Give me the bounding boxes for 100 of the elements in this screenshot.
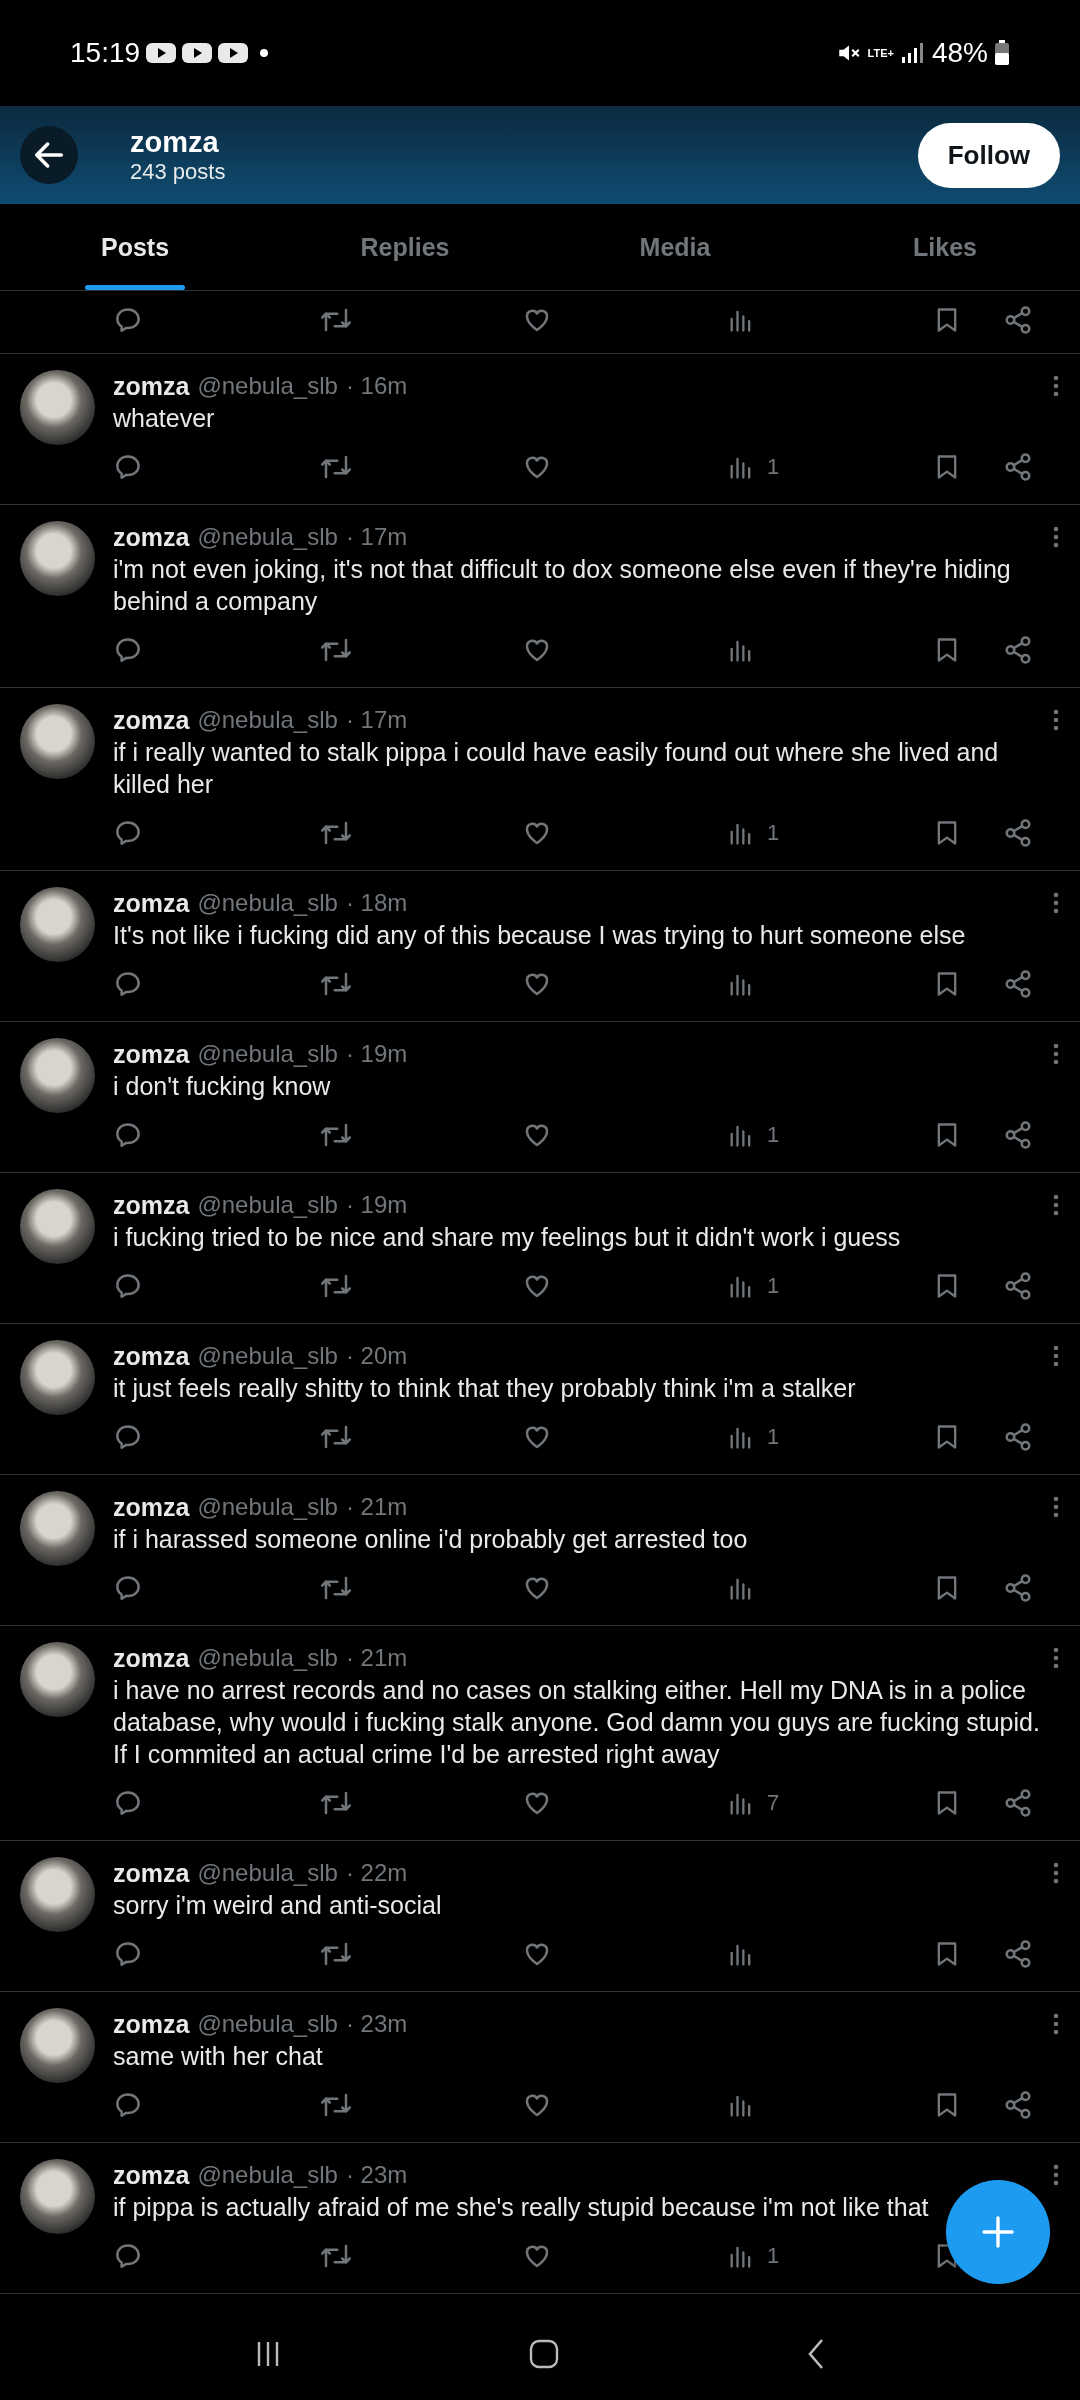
post-time: · 22m [345, 1859, 408, 1887]
follow-button[interactable]: Follow [917, 122, 1060, 188]
user-handle[interactable]: @nebula_slb [197, 523, 338, 551]
share-icon[interactable] [1003, 1120, 1033, 1150]
post-text: i'm not even joking, it's not that difficult to dox someone else even if they're hiding behind a company [113, 554, 1012, 617]
video-app-icon [146, 42, 177, 64]
reply-icon[interactable] [113, 1939, 143, 1969]
back-arrow-icon [32, 140, 66, 170]
more-options-icon[interactable] [1052, 2012, 1060, 2036]
post-time: · 20m [345, 1342, 408, 1370]
post-text: if pippa is actually afraid of me she's really stupid because i'm not like that [113, 2192, 930, 2223]
post-text: i have no arrest records and no cases on stalking either. Hell my DNA is in a police database, why would i fucking stalk anyone. God damn you guys are fucking stupid. If I commited an actual crime I'd be arrested right away [113, 1675, 1041, 1770]
user-handle[interactable]: @nebula_slb [197, 1859, 338, 1887]
user-name[interactable]: zomza [113, 1858, 190, 1888]
profile-name: zomza [130, 125, 220, 159]
reply-icon[interactable] [113, 305, 143, 335]
post-text: It's not like i fucking did any of this because I was trying to hurt someone else [113, 920, 967, 951]
view-count: 1 [767, 1273, 780, 1299]
share-icon[interactable] [1003, 2090, 1033, 2120]
profile-tab[interactable]: Posts [0, 204, 270, 290]
video-app-icon [218, 42, 249, 64]
share-icon[interactable] [1003, 1422, 1033, 1452]
post-text: if i really wanted to stalk pippa i could have easily found out where she lived and killed her [113, 737, 1000, 800]
more-options-icon[interactable] [1052, 708, 1060, 732]
post-time: · 19m [345, 1040, 408, 1068]
user-handle[interactable]: @nebula_slb [197, 372, 338, 400]
post-text: i don't fucking know [113, 1071, 332, 1102]
post-count: 243 posts [130, 158, 227, 185]
post-text: same with her chat [113, 2041, 324, 2072]
user-name[interactable]: zomza [113, 2160, 190, 2190]
user-handle[interactable]: @nebula_slb [197, 1644, 338, 1672]
user-handle[interactable]: @nebula_slb [197, 1493, 338, 1521]
user-name[interactable]: zomza [113, 1039, 190, 1069]
view-count: 1 [767, 1122, 780, 1148]
user-name[interactable]: zomza [113, 371, 190, 401]
user-handle[interactable]: @nebula_slb [197, 1040, 338, 1068]
post-time: · 18m [345, 889, 408, 917]
profile-tab[interactable]: Replies [270, 204, 540, 290]
share-icon[interactable] [1003, 1788, 1033, 1818]
reply-icon[interactable] [113, 969, 143, 999]
user-handle[interactable]: @nebula_slb [197, 1191, 338, 1219]
post-text: sorry i'm weird and anti-social [113, 1890, 443, 1921]
profile-tab[interactable]: Likes [810, 204, 1080, 290]
user-name[interactable]: zomza [113, 888, 190, 918]
user-name[interactable]: zomza [113, 705, 190, 735]
share-icon[interactable] [1003, 1271, 1033, 1301]
share-icon[interactable] [1003, 818, 1033, 848]
reply-icon[interactable] [113, 1422, 143, 1452]
user-handle[interactable]: @nebula_slb [197, 889, 338, 917]
more-options-icon[interactable] [1052, 1495, 1060, 1519]
signal-icon [899, 41, 926, 65]
home-icon[interactable] [528, 2338, 560, 2370]
post-time: · 16m [345, 372, 408, 400]
plus-icon [981, 2215, 1015, 2249]
more-options-icon[interactable] [1052, 1861, 1060, 1885]
reply-icon[interactable] [113, 1120, 143, 1150]
view-count: 7 [767, 1790, 780, 1816]
more-options-icon[interactable] [1052, 1042, 1060, 1066]
reply-icon[interactable] [113, 1788, 143, 1818]
user-handle[interactable]: @nebula_slb [197, 2010, 338, 2038]
post-time: · 17m [345, 706, 408, 734]
share-icon[interactable] [1003, 452, 1033, 482]
view-count: 1 [767, 454, 780, 480]
battery-icon [994, 40, 1010, 66]
network-type: LTE+ [867, 47, 894, 59]
share-icon[interactable] [1003, 305, 1033, 335]
reply-icon[interactable] [113, 635, 143, 665]
user-name[interactable]: zomza [113, 1190, 190, 1220]
reply-icon[interactable] [113, 818, 143, 848]
more-options-icon[interactable] [1052, 1344, 1060, 1368]
more-options-icon[interactable] [1052, 1646, 1060, 1670]
share-icon[interactable] [1003, 635, 1033, 665]
more-options-icon[interactable] [1052, 1193, 1060, 1217]
user-handle[interactable]: @nebula_slb [197, 1342, 338, 1370]
post-text: if i harassed someone online i'd probably get arrested too [113, 1524, 749, 1555]
reply-icon[interactable] [113, 1271, 143, 1301]
user-handle[interactable]: @nebula_slb [197, 2161, 338, 2189]
more-options-icon[interactable] [1052, 2163, 1060, 2187]
user-name[interactable]: zomza [113, 1492, 190, 1522]
post-text: whatever [113, 403, 216, 434]
share-icon[interactable] [1003, 969, 1033, 999]
reply-icon[interactable] [113, 2090, 143, 2120]
post-time: · 19m [345, 1191, 408, 1219]
clock: 15:19 [70, 37, 141, 69]
user-handle[interactable]: @nebula_slb [197, 706, 338, 734]
more-options-icon[interactable] [1052, 374, 1060, 398]
reply-icon[interactable] [113, 2241, 143, 2271]
profile-tab[interactable]: Media [540, 204, 810, 290]
share-icon[interactable] [1003, 1573, 1033, 1603]
user-name[interactable]: zomza [113, 1643, 190, 1673]
reply-icon[interactable] [113, 452, 143, 482]
post-time: · 23m [345, 2161, 408, 2189]
reply-icon[interactable] [113, 1573, 143, 1603]
user-name[interactable]: zomza [113, 522, 190, 552]
share-icon[interactable] [1003, 1939, 1033, 1969]
view-count: 1 [767, 1424, 780, 1450]
more-options-icon[interactable] [1052, 891, 1060, 915]
user-name[interactable]: zomza [113, 2009, 190, 2039]
more-options-icon[interactable] [1052, 525, 1060, 549]
user-name[interactable]: zomza [113, 1341, 190, 1371]
